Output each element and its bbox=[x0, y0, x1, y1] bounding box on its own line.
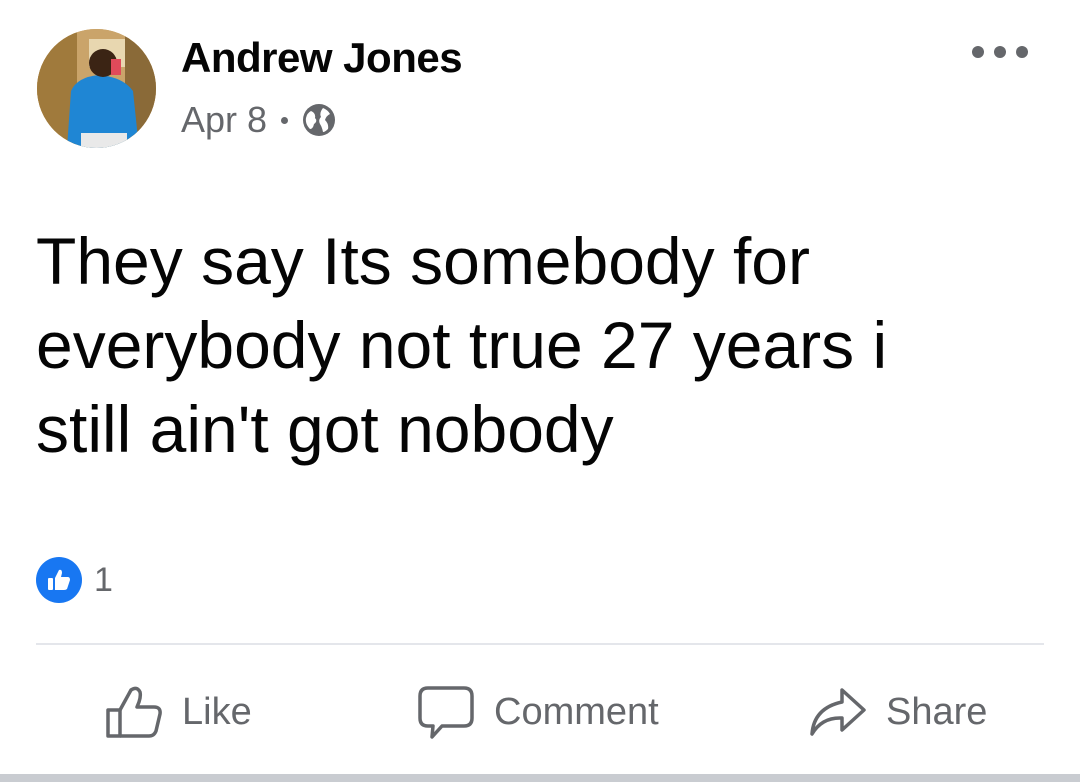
author-avatar[interactable] bbox=[37, 29, 156, 148]
globe-icon[interactable] bbox=[301, 102, 337, 138]
more-dot-icon bbox=[1016, 46, 1028, 58]
comment-label: Comment bbox=[494, 690, 659, 733]
feed-separator bbox=[0, 774, 1080, 782]
more-dot-icon bbox=[994, 46, 1006, 58]
facebook-post: Andrew Jones Apr 8 They say Its somebody… bbox=[0, 0, 1080, 782]
like-reaction-icon bbox=[36, 557, 82, 603]
post-date[interactable]: Apr 8 bbox=[181, 99, 267, 141]
comment-bubble-icon bbox=[418, 686, 474, 739]
comment-button[interactable]: Comment bbox=[416, 680, 659, 744]
like-label: Like bbox=[182, 690, 252, 733]
author-name[interactable]: Andrew Jones bbox=[181, 34, 463, 82]
share-arrow-icon bbox=[810, 688, 866, 736]
like-button[interactable]: Like bbox=[104, 680, 252, 744]
more-dot-icon bbox=[972, 46, 984, 58]
share-button[interactable]: Share bbox=[808, 680, 987, 744]
reactions-summary[interactable]: 1 bbox=[36, 556, 113, 604]
actions-divider bbox=[36, 643, 1044, 645]
reaction-count: 1 bbox=[94, 560, 113, 599]
post-meta: Apr 8 bbox=[181, 98, 337, 142]
more-options-button[interactable] bbox=[972, 38, 1028, 66]
thumbs-up-icon bbox=[106, 686, 162, 738]
share-label: Share bbox=[886, 690, 988, 733]
post-text: They say Its somebody for everybody not … bbox=[36, 224, 888, 466]
separator-dot bbox=[281, 116, 289, 124]
